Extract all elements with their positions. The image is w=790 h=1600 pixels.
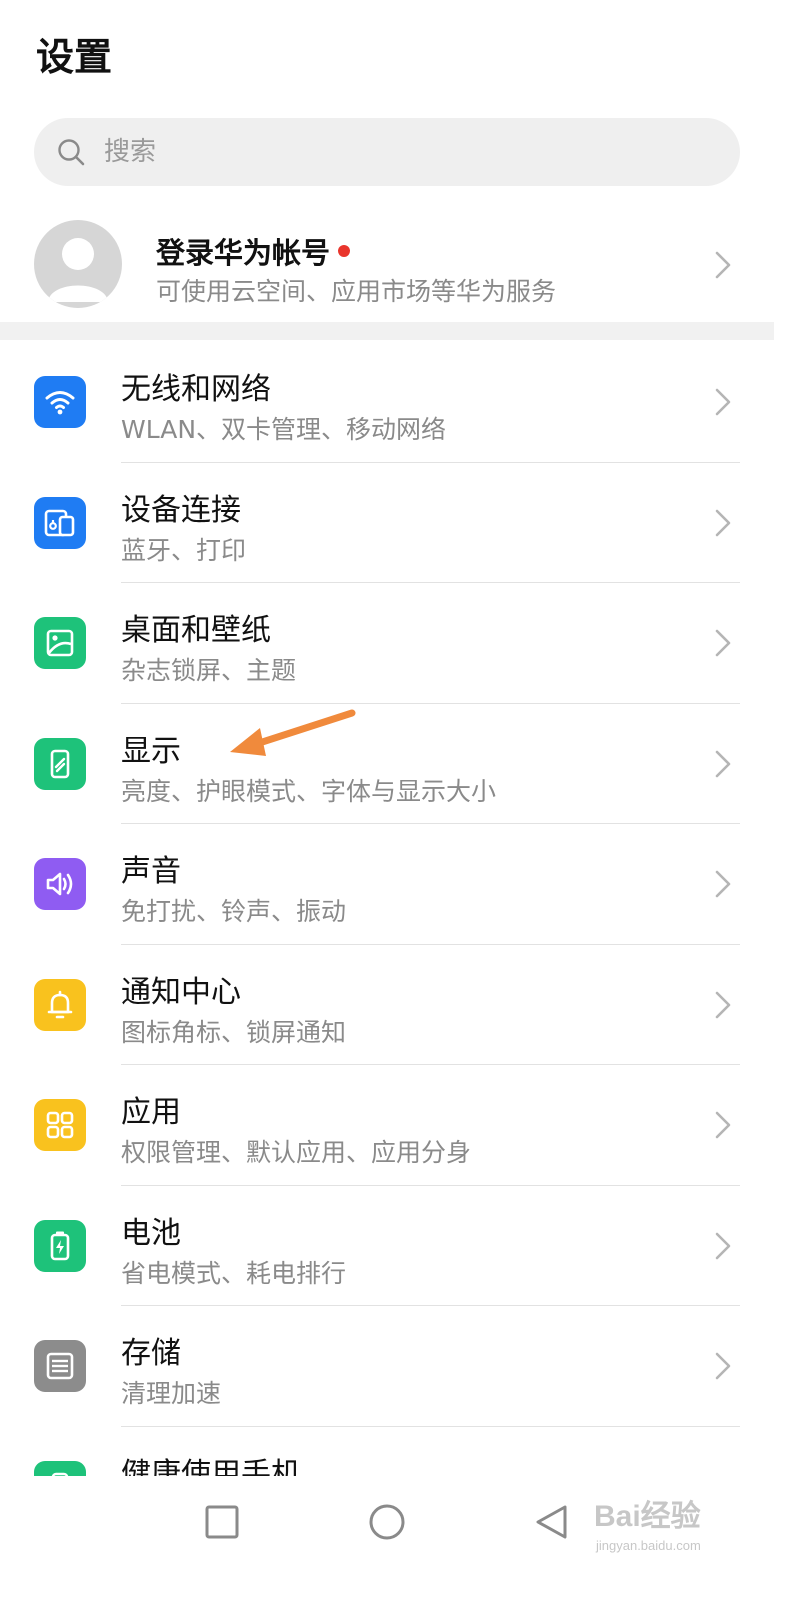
settings-item-desktop-wallpaper[interactable]: 桌面和壁纸 杂志锁屏、主题	[0, 583, 774, 704]
chevron-right-icon	[715, 388, 731, 416]
account-name: 登录华为帐号	[156, 230, 351, 272]
watermark-text: Bai经验	[594, 1499, 701, 1533]
settings-item-subtitle: 图标角标、锁屏通知	[121, 1017, 347, 1047]
chevron-right-icon	[715, 1111, 731, 1139]
wifi-icon	[34, 376, 86, 428]
settings-item-title: 桌面和壁纸	[121, 613, 271, 648]
baidu-jingyan-watermark: Bai经验 jingyan.baidu.com	[594, 1499, 701, 1553]
settings-item-subtitle: 省电模式、耗电排行	[121, 1258, 347, 1288]
settings-item-battery[interactable]: 电池 省电模式、耗电排行	[0, 1186, 774, 1306]
settings-item-wireless-network[interactable]: 无线和网络 WLAN、双卡管理、移动网络	[0, 342, 774, 463]
chevron-right-icon	[715, 509, 731, 536]
battery-icon	[34, 1219, 86, 1272]
page-title: 设置	[36, 35, 113, 79]
search-icon	[58, 139, 85, 166]
settings-item-subtitle: WLAN、双卡管理、移动网络	[121, 415, 447, 444]
avatar	[34, 220, 122, 308]
chevron-right-icon	[715, 750, 731, 777]
settings-item-display[interactable]: 显示 亮度、护眼模式、字体与显示大小	[0, 704, 774, 824]
settings-item-subtitle: 亮度、护眼模式、字体与显示大小	[121, 776, 497, 806]
annotation-arrow-icon	[230, 709, 356, 756]
account-row[interactable]: 登录华为帐号 可使用云空间、应用市场等华为服务	[0, 210, 774, 320]
settings-list: 无线和网络 WLAN、双卡管理、移动网络 设备连接 蓝牙、打印 桌面和壁纸 杂志…	[0, 342, 774, 1487]
settings-item-title: 通知中心	[121, 974, 241, 1010]
chevron-right-icon	[715, 991, 731, 1018]
settings-item-title: 存储	[121, 1336, 181, 1371]
section-divider	[0, 322, 774, 340]
bell-icon	[34, 978, 86, 1031]
settings-item-apps[interactable]: 应用 权限管理、默认应用、应用分身	[0, 1065, 774, 1186]
search-bar[interactable]	[34, 118, 740, 186]
settings-item-title: 电池	[121, 1215, 181, 1251]
speaker-icon	[34, 858, 86, 910]
settings-item-subtitle: 杂志锁屏、主题	[121, 656, 297, 685]
chevron-right-icon	[715, 1352, 731, 1380]
display-icon	[34, 737, 86, 790]
settings-item-subtitle: 权限管理、默认应用、应用分身	[121, 1138, 472, 1167]
apps-grid-icon	[34, 1099, 86, 1151]
settings-item-title: 声音	[121, 854, 181, 889]
chevron-right-icon	[715, 629, 731, 657]
settings-item-sound[interactable]: 声音 免打扰、铃声、振动	[0, 824, 774, 945]
storage-icon	[34, 1340, 86, 1392]
account-subtitle: 可使用云空间、应用市场等华为服务	[156, 277, 557, 306]
notification-dot	[338, 245, 351, 257]
user-silhouette-icon	[48, 238, 108, 302]
home-button[interactable]	[367, 1502, 407, 1542]
settings-item-subtitle: 蓝牙、打印	[121, 535, 247, 565]
back-button[interactable]	[532, 1502, 572, 1542]
chevron-right-icon	[715, 1232, 731, 1259]
search-input[interactable]	[104, 137, 664, 167]
settings-item-title: 无线和网络	[121, 372, 271, 407]
wallpaper-icon	[34, 617, 86, 669]
chevron-right-icon	[715, 251, 731, 279]
watermark-domain: jingyan.baidu.com	[595, 1538, 701, 1553]
settings-item-title: 应用	[121, 1095, 181, 1130]
settings-item-device-connection[interactable]: 设备连接 蓝牙、打印	[0, 463, 774, 583]
recent-apps-button[interactable]	[202, 1502, 242, 1542]
chevron-right-icon	[715, 870, 731, 898]
settings-item-storage[interactable]: 存储 清理加速	[0, 1306, 774, 1427]
device-connection-icon	[34, 496, 86, 549]
settings-item-title: 设备连接	[121, 492, 241, 528]
settings-item-title: 显示	[121, 733, 181, 769]
settings-item-subtitle: 免打扰、铃声、振动	[121, 897, 347, 926]
settings-item-subtitle: 清理加速	[121, 1379, 222, 1408]
settings-item-notification-center[interactable]: 通知中心 图标角标、锁屏通知	[0, 945, 774, 1065]
